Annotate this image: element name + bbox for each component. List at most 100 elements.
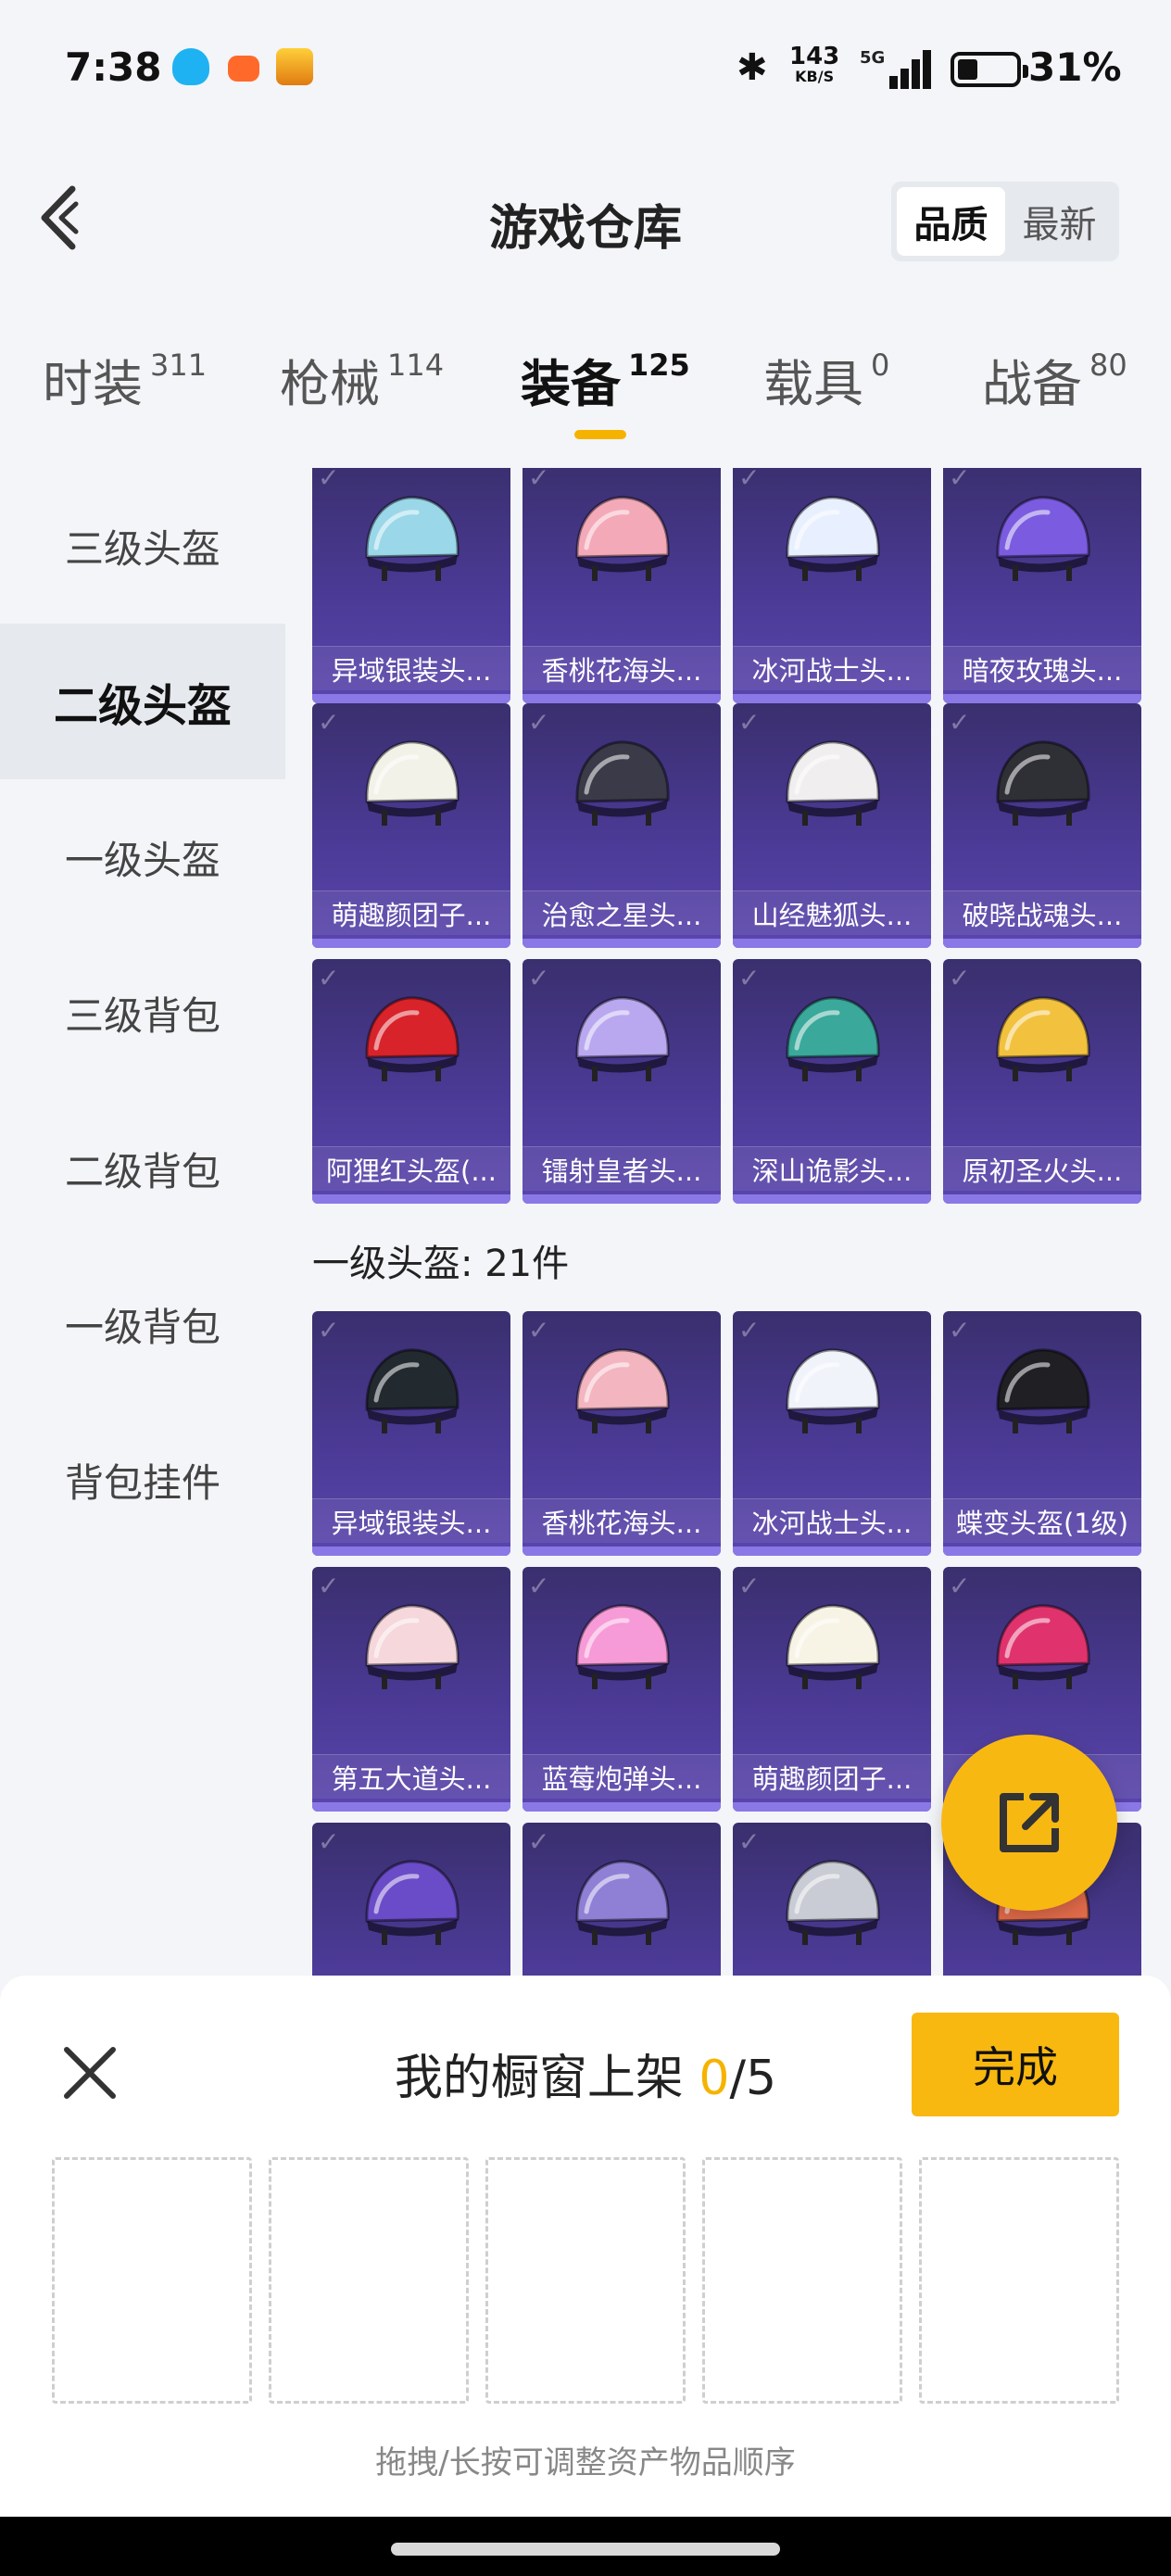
item-card[interactable]: ✓ 第五大道头...: [312, 1567, 510, 1812]
sort-newest-button[interactable]: 最新: [1005, 187, 1114, 256]
helmet-icon: [365, 740, 460, 826]
item-card[interactable]: ✓ 萌趣颜团子...: [312, 703, 510, 948]
rarity-strip: [312, 1802, 510, 1812]
check-icon: ✓: [318, 1571, 340, 1601]
showcase-slot[interactable]: [702, 2157, 902, 2404]
helmet-icon: [365, 1348, 460, 1433]
active-tab-indicator: [574, 430, 626, 439]
tab-count: 80: [1089, 347, 1127, 383]
item-card[interactable]: ✓ 蓝莓炮弹头...: [523, 1567, 721, 1812]
sidebar-item-level1-backpack[interactable]: 一级背包: [0, 1246, 285, 1402]
done-button[interactable]: 完成: [912, 2013, 1119, 2116]
item-card[interactable]: ✓: [312, 1823, 510, 1978]
network-type: 5G: [860, 48, 886, 68]
tab-label: 装备: [521, 355, 621, 413]
rarity-strip: [733, 939, 931, 948]
item-card[interactable]: ✓ 蝶变头盔(1级): [943, 1311, 1141, 1556]
share-button[interactable]: [941, 1735, 1117, 1911]
helmet-icon: [575, 1860, 670, 1945]
item-card[interactable]: ✓ 萌趣颜团子...: [733, 1567, 931, 1812]
sidebar-item-level3-backpack[interactable]: 三级背包: [0, 935, 285, 1091]
item-name: 萌趣颜团子...: [312, 890, 510, 935]
item-name: 深山诡影头...: [733, 1146, 931, 1191]
sidebar-item-level2-backpack[interactable]: 二级背包: [0, 1091, 285, 1246]
item-name: 萌趣颜团子...: [733, 1754, 931, 1799]
item-card[interactable]: ✓ 暗夜玫瑰头...: [943, 468, 1141, 703]
tab-supplies[interactable]: 战备 80: [982, 343, 1127, 416]
reorder-hint: 拖拽/长按可调整资产物品顺序: [375, 2444, 796, 2481]
battery-percent: 31%: [1028, 44, 1122, 90]
signal-icon: 5G: [860, 48, 932, 89]
rarity-strip: [943, 694, 1141, 703]
item-name: 暗夜玫瑰头...: [943, 646, 1141, 690]
rarity-strip: [523, 1802, 721, 1812]
item-card[interactable]: ✓ 阿狸红头盔(...: [312, 959, 510, 1204]
pubg-app-icon: [276, 48, 313, 85]
item-card[interactable]: ✓ 镭射皇者头...: [523, 959, 721, 1204]
item-name: 冰河战士头...: [733, 646, 931, 690]
tab-equipment[interactable]: 装备 125: [521, 343, 690, 416]
showcase-slot[interactable]: [269, 2157, 469, 2404]
sidebar-item-level2-helmet[interactable]: 二级头盔: [0, 624, 285, 779]
item-card[interactable]: ✓ 冰河战士头...: [733, 1311, 931, 1556]
item-card[interactable]: ✓ 香桃花海头...: [523, 1311, 721, 1556]
net-speed-unit: KB/S: [795, 68, 835, 85]
check-icon: ✓: [528, 963, 550, 993]
item-card[interactable]: ✓ 深山诡影头...: [733, 959, 931, 1204]
item-name: 镭射皇者头...: [523, 1146, 721, 1191]
helmet-icon: [575, 740, 670, 826]
check-icon: ✓: [318, 1826, 340, 1857]
item-card[interactable]: ✓ 治愈之星头...: [523, 703, 721, 948]
check-icon: ✓: [318, 707, 340, 738]
item-name: 治愈之星头...: [523, 890, 721, 935]
item-card[interactable]: ✓ 原初圣火头...: [943, 959, 1141, 1204]
tab-vehicles[interactable]: 载具 0: [763, 343, 889, 416]
helmet-icon: [575, 1348, 670, 1433]
showcase-slot[interactable]: [919, 2157, 1119, 2404]
item-card[interactable]: ✓ 冰河战士头...: [733, 468, 931, 703]
item-card[interactable]: ✓: [523, 1823, 721, 1978]
showcase-slot[interactable]: [485, 2157, 686, 2404]
home-indicator[interactable]: [391, 2543, 780, 2556]
tab-count: 125: [628, 347, 690, 383]
check-icon: ✓: [949, 707, 971, 738]
sort-quality-button[interactable]: 品质: [897, 187, 1005, 256]
check-icon: ✓: [318, 1315, 340, 1345]
sidebar: 三级头盔 二级头盔 一级头盔 三级背包 二级背包 一级背包 背包挂件: [0, 468, 285, 1978]
check-icon: ✓: [528, 707, 550, 738]
check-icon: ✓: [949, 1571, 971, 1601]
section-title: 一级头盔: 21件: [312, 1243, 570, 1285]
item-card[interactable]: ✓ 山经魅狐头...: [733, 703, 931, 948]
helmet-icon: [996, 740, 1090, 826]
tab-fashion[interactable]: 时装 311: [43, 343, 207, 416]
item-card[interactable]: ✓ 异域银装头...: [312, 468, 510, 703]
tab-guns[interactable]: 枪械 114: [280, 343, 444, 416]
rarity-strip: [733, 694, 931, 703]
item-name: 异域银装头...: [312, 646, 510, 690]
item-name: 香桃花海头...: [523, 1498, 721, 1543]
item-card[interactable]: ✓ 破晓战魂头...: [943, 703, 1141, 948]
rarity-strip: [312, 1194, 510, 1204]
sidebar-item-level3-helmet[interactable]: 三级头盔: [0, 468, 285, 624]
check-icon: ✓: [528, 468, 550, 493]
helmet-icon: [786, 1860, 880, 1945]
sidebar-item-level1-helmet[interactable]: 一级头盔: [0, 779, 285, 935]
helmet-icon: [365, 496, 460, 581]
item-card[interactable]: ✓ 香桃花海头...: [523, 468, 721, 703]
showcase-slot[interactable]: [52, 2157, 252, 2404]
sidebar-item-backpack-charm[interactable]: 背包挂件: [0, 1402, 285, 1558]
item-name: 蝶变头盔(1级): [943, 1498, 1141, 1543]
share-external-icon: [1000, 1793, 1059, 1852]
showcase-sheet: 我的橱窗上架 0/5 完成 拖拽/长按可调整资产物品顺序: [0, 1976, 1171, 2576]
helmet-icon: [575, 1604, 670, 1689]
item-card[interactable]: ✓ 异域银装头...: [312, 1311, 510, 1556]
status-bar: 7:38 ✱ 143 KB/S 5G 31%: [0, 0, 1171, 139]
item-card[interactable]: ✓: [733, 1823, 931, 1978]
helmet-icon: [575, 496, 670, 581]
check-icon: ✓: [528, 1826, 550, 1857]
game-app-icon: [228, 56, 259, 82]
showcase-total: /5: [729, 2051, 777, 2106]
helmet-icon: [365, 1860, 460, 1945]
showcase-title-text: 我的橱窗上架: [394, 2051, 699, 2106]
rarity-strip: [733, 1547, 931, 1556]
